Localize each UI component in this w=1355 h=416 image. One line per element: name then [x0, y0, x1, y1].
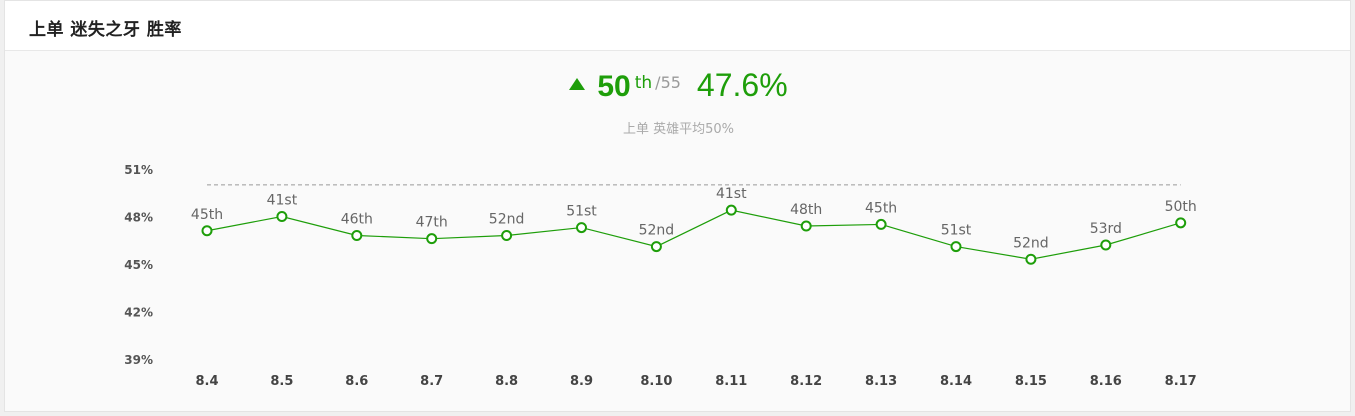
data-point: [351, 230, 363, 241]
rank-label: 53rd: [1090, 221, 1122, 237]
data-point: [576, 222, 587, 234]
y-tick-label: 45%: [124, 258, 153, 272]
data-point: [1025, 253, 1037, 265]
x-tick-label: 8.8: [495, 374, 518, 389]
x-tick-label: 8.13: [865, 374, 897, 389]
x-tick-label: 8.11: [715, 374, 747, 389]
x-tick-label: 8.14: [940, 374, 972, 389]
rank-label: 50th: [1165, 199, 1197, 215]
data-point: [725, 204, 737, 216]
x-tick-label: 8.16: [1090, 374, 1122, 389]
data-point: [276, 211, 288, 222]
x-tick-label: 8.9: [570, 374, 593, 389]
x-tick-label: 8.10: [640, 374, 672, 389]
rank-label: 47th: [416, 215, 448, 231]
rank-label: 51st: [941, 223, 972, 239]
data-point: [426, 233, 438, 245]
rank-label: 52nd: [489, 212, 525, 228]
x-tick-label: 8.12: [790, 374, 822, 389]
x-tick-label: 8.5: [270, 374, 293, 389]
data-point: [1100, 239, 1112, 251]
data-point: [201, 225, 213, 237]
win-rate-panel: 上单 迷失之牙 胜率 50th/55 47.6% 上单 英雄平均50% 51% 48…: [4, 0, 1351, 412]
x-tick-label: 8.7: [420, 374, 443, 389]
data-point: [875, 218, 887, 230]
x-tick-label: 8.15: [1015, 374, 1047, 389]
rank-label: 45th: [865, 200, 897, 216]
data-point: [650, 241, 662, 253]
y-tick-label: 51%: [124, 163, 153, 177]
data-point: [950, 241, 962, 253]
data-point: [1175, 217, 1187, 229]
rank-label: 52nd: [1013, 235, 1049, 251]
y-tick-label: 39%: [124, 353, 153, 367]
x-tick-label: 8.17: [1165, 374, 1197, 389]
y-tick-label: 42%: [124, 306, 153, 320]
x-tick-label: 8.4: [195, 374, 218, 389]
rank-label: 48th: [790, 202, 822, 218]
y-tick-label: 48%: [124, 211, 153, 225]
rank-label: 46th: [341, 212, 373, 228]
data-point: [800, 220, 812, 232]
data-point: [501, 230, 513, 241]
rank-label: 41st: [716, 186, 747, 202]
win-rate-chart: 51% 48% 45% 42% 39% 8.4 8.5 8.6 8.7 8.8 8.9 8.10 8.1…: [124, 163, 1197, 389]
rank-label: 41st: [267, 193, 298, 209]
rank-label: 45th: [191, 207, 223, 223]
rank-label: 52nd: [639, 223, 675, 239]
rank-label: 51st: [566, 204, 597, 220]
x-tick-label: 8.6: [345, 374, 368, 389]
